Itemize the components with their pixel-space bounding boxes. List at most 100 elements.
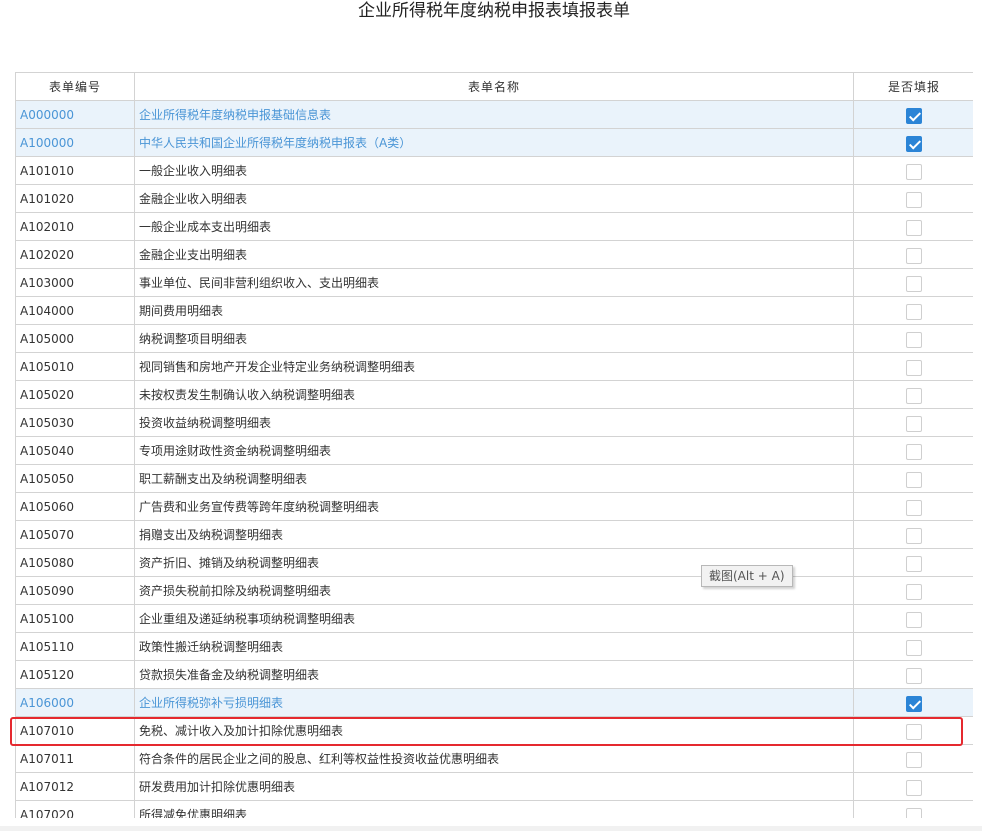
table-row[interactable]: A105070 捐赠支出及纳税调整明细表	[15, 520, 973, 549]
table-row[interactable]: A105000 纳税调整项目明细表	[15, 324, 973, 353]
fill-status-cell	[853, 772, 973, 801]
table-row[interactable]: A103000 事业单位、民间非营利组织收入、支出明细表	[15, 268, 973, 297]
fill-status-cell	[853, 492, 973, 521]
form-code-cell: A107010	[15, 716, 135, 745]
table-row[interactable]: A107020 所得减免优惠明细表	[15, 800, 973, 818]
checkbox-unchecked[interactable]	[906, 163, 922, 180]
header-form-name: 表单名称	[134, 72, 854, 101]
form-code-cell: A105110	[15, 632, 135, 661]
table-row[interactable]: A105030 投资收益纳税调整明细表	[15, 408, 973, 437]
fill-status-cell	[853, 156, 973, 185]
form-selection-table: 表单编号 表单名称 是否填报 A000000 企业所得税年度纳税申报基础信息表 A1…	[15, 72, 973, 818]
table-row[interactable]: A102020 金融企业支出明细表	[15, 240, 973, 269]
fill-status-cell	[853, 744, 973, 773]
table-row[interactable]: A105090 资产损失税前扣除及纳税调整明细表	[15, 576, 973, 605]
checkbox-unchecked[interactable]	[906, 387, 922, 404]
checkbox-unchecked[interactable]	[906, 247, 922, 264]
checkbox-unchecked[interactable]	[906, 555, 922, 572]
checkbox-unchecked[interactable]	[906, 583, 922, 600]
table-row[interactable]: A107011 符合条件的居民企业之间的股息、红利等权益性投资收益优惠明细表	[15, 744, 973, 773]
table-row[interactable]: A105100 企业重组及递延纳税事项纳税调整明细表	[15, 604, 973, 633]
fill-status-cell	[853, 660, 973, 689]
table-header-row: 表单编号 表单名称 是否填报	[15, 72, 973, 101]
form-code-cell: A105030	[15, 408, 135, 437]
checkbox-unchecked[interactable]	[906, 191, 922, 208]
table-row[interactable]: A101020 金融企业收入明细表	[15, 184, 973, 213]
checkbox-unchecked[interactable]	[906, 275, 922, 292]
table-row[interactable]: A107010 免税、减计收入及加计扣除优惠明细表	[15, 716, 973, 745]
checkbox-unchecked[interactable]	[906, 527, 922, 544]
fill-status-cell	[853, 520, 973, 549]
checkbox-unchecked[interactable]	[906, 667, 922, 684]
form-name-cell: 广告费和业务宣传费等跨年度纳税调整明细表	[134, 492, 854, 521]
checkbox-unchecked[interactable]	[906, 415, 922, 432]
form-code-cell: A106000	[15, 688, 135, 717]
table-row[interactable]: A105080 资产折旧、摊销及纳税调整明细表	[15, 548, 973, 577]
form-code-cell: A105010	[15, 352, 135, 381]
form-name-cell: 企业所得税年度纳税申报基础信息表	[134, 100, 854, 129]
fill-status-cell	[853, 408, 973, 437]
fill-status-cell	[853, 604, 973, 633]
fill-status-cell	[853, 380, 973, 409]
form-name-cell: 一般企业收入明细表	[134, 156, 854, 185]
checkbox-unchecked[interactable]	[906, 807, 922, 818]
form-code-cell: A104000	[15, 296, 135, 325]
checkbox-unchecked[interactable]	[906, 611, 922, 628]
form-code-cell: A102010	[15, 212, 135, 241]
checkbox-checked[interactable]	[906, 107, 922, 124]
fill-status-cell	[853, 100, 973, 129]
horizontal-scrollbar[interactable]	[0, 826, 982, 831]
form-code-cell: A105040	[15, 436, 135, 465]
form-name-cell: 金融企业支出明细表	[134, 240, 854, 269]
table-row[interactable]: A102010 一般企业成本支出明细表	[15, 212, 973, 241]
checkbox-unchecked[interactable]	[906, 359, 922, 376]
fill-status-cell	[853, 632, 973, 661]
fill-status-cell	[853, 688, 973, 717]
form-name-cell: 专项用途财政性资金纳税调整明细表	[134, 436, 854, 465]
form-name-cell: 事业单位、民间非营利组织收入、支出明细表	[134, 268, 854, 297]
form-code-cell: A102020	[15, 240, 135, 269]
table-row[interactable]: A105120 贷款损失准备金及纳税调整明细表	[15, 660, 973, 689]
form-name-cell: 一般企业成本支出明细表	[134, 212, 854, 241]
form-code-cell: A105020	[15, 380, 135, 409]
form-code-cell: A105090	[15, 576, 135, 605]
checkbox-unchecked[interactable]	[906, 723, 922, 740]
form-table-container[interactable]: 表单编号 表单名称 是否填报 A000000 企业所得税年度纳税申报基础信息表 A1…	[15, 72, 973, 818]
checkbox-unchecked[interactable]	[906, 499, 922, 516]
fill-status-cell	[853, 184, 973, 213]
table-row[interactable]: A107012 研发费用加计扣除优惠明细表	[15, 772, 973, 801]
fill-status-cell	[853, 800, 973, 818]
table-row[interactable]: A000000 企业所得税年度纳税申报基础信息表	[15, 100, 973, 129]
table-row[interactable]: A105010 视同销售和房地产开发企业特定业务纳税调整明细表	[15, 352, 973, 381]
checkbox-unchecked[interactable]	[906, 751, 922, 768]
table-row[interactable]: A105060 广告费和业务宣传费等跨年度纳税调整明细表	[15, 492, 973, 521]
page-title: 企业所得税年度纳税申报表填报表单	[358, 1, 630, 21]
table-row[interactable]: A105040 专项用途财政性资金纳税调整明细表	[15, 436, 973, 465]
table-row[interactable]: A105050 职工薪酬支出及纳税调整明细表	[15, 464, 973, 493]
table-row[interactable]: A105110 政策性搬迁纳税调整明细表	[15, 632, 973, 661]
table-row[interactable]: A101010 一般企业收入明细表	[15, 156, 973, 185]
table-row[interactable]: A100000 中华人民共和国企业所得税年度纳税申报表（A类）	[15, 128, 973, 157]
form-code-cell: A103000	[15, 268, 135, 297]
checkbox-unchecked[interactable]	[906, 219, 922, 236]
form-name-cell: 期间费用明细表	[134, 296, 854, 325]
table-body: A000000 企业所得税年度纳税申报基础信息表 A100000 中华人民共和国企业所…	[15, 100, 973, 818]
form-code-cell: A105000	[15, 324, 135, 353]
form-name-cell: 中华人民共和国企业所得税年度纳税申报表（A类）	[134, 128, 854, 157]
form-code-cell: A105080	[15, 548, 135, 577]
form-name-cell: 捐赠支出及纳税调整明细表	[134, 520, 854, 549]
checkbox-checked[interactable]	[906, 695, 922, 712]
form-code-cell: A105120	[15, 660, 135, 689]
table-row[interactable]: A105020 未按权责发生制确认收入纳税调整明细表	[15, 380, 973, 409]
checkbox-unchecked[interactable]	[906, 779, 922, 796]
checkbox-unchecked[interactable]	[906, 331, 922, 348]
checkbox-checked[interactable]	[906, 135, 922, 152]
checkbox-unchecked[interactable]	[906, 639, 922, 656]
table-row[interactable]: A106000 企业所得税弥补亏损明细表	[15, 688, 973, 717]
checkbox-unchecked[interactable]	[906, 303, 922, 320]
form-name-cell: 纳税调整项目明细表	[134, 324, 854, 353]
checkbox-unchecked[interactable]	[906, 471, 922, 488]
form-code-cell: A105070	[15, 520, 135, 549]
checkbox-unchecked[interactable]	[906, 443, 922, 460]
table-row[interactable]: A104000 期间费用明细表	[15, 296, 973, 325]
